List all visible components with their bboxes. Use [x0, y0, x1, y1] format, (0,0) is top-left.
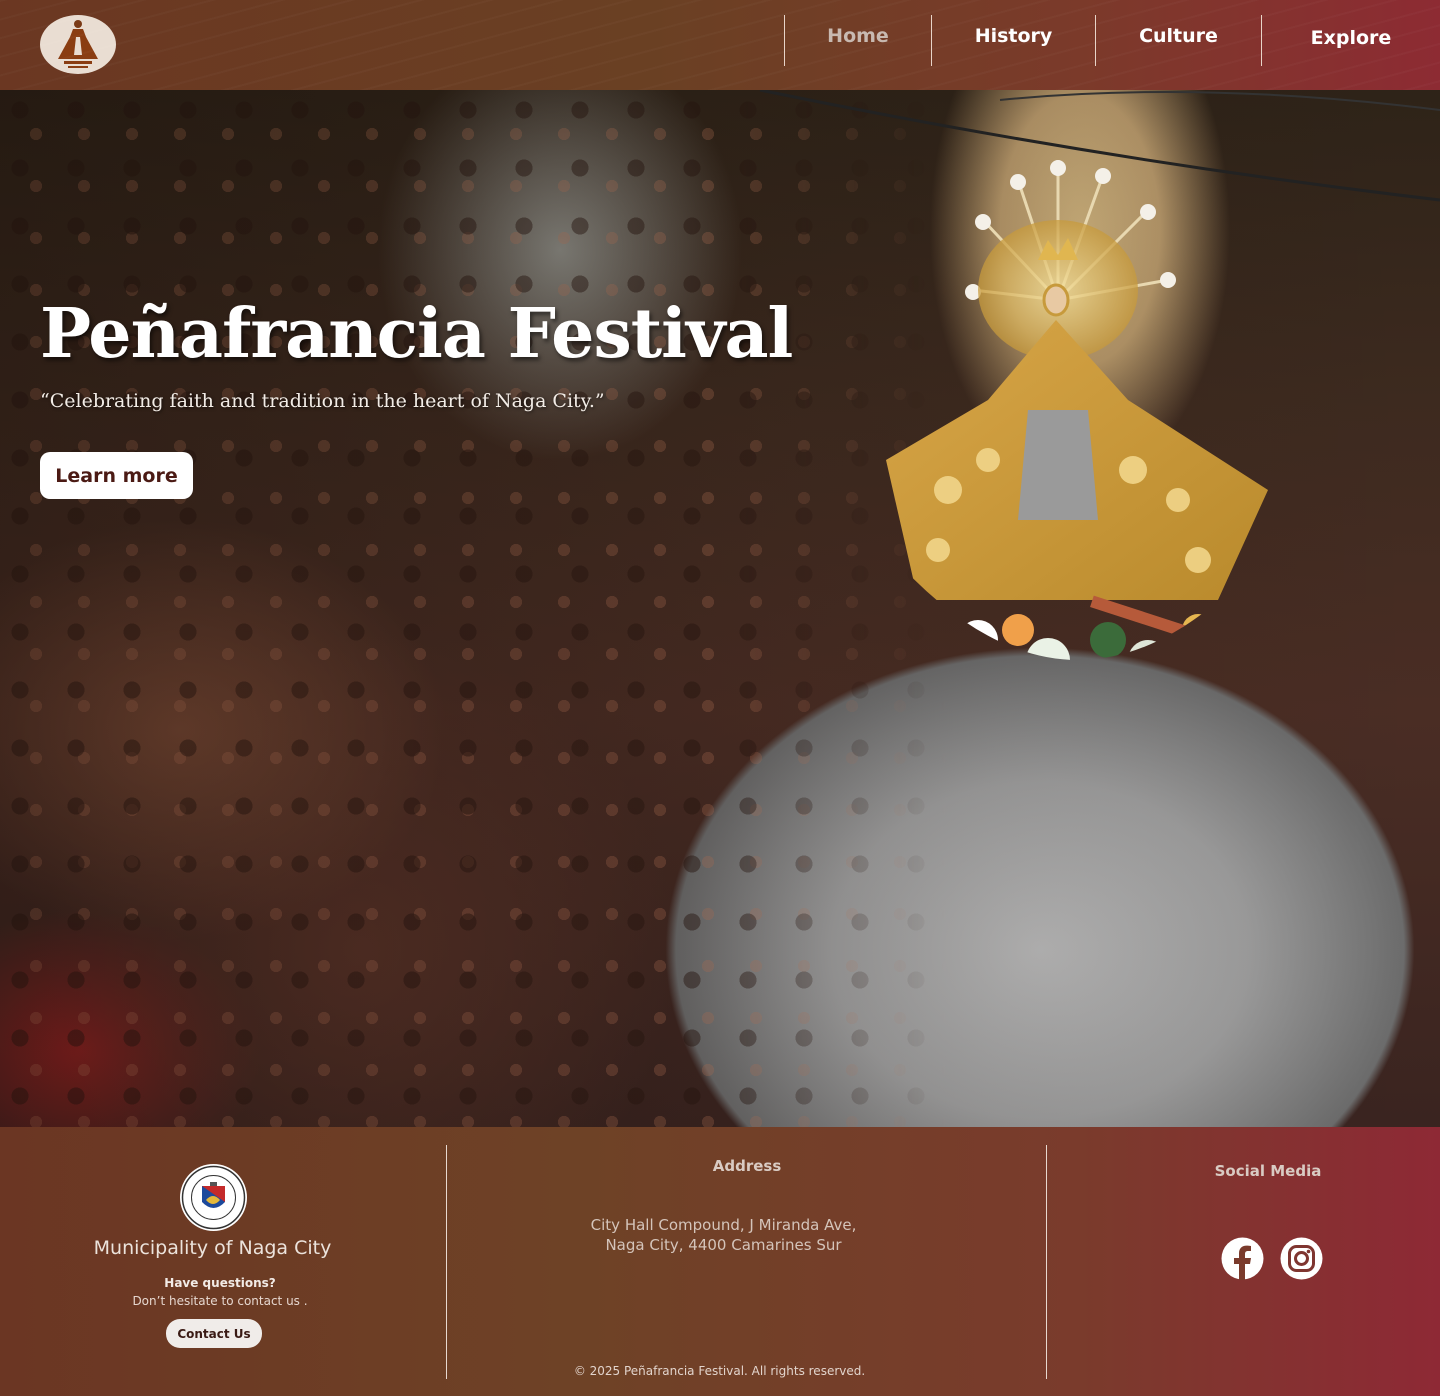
address-heading: Address [712, 1157, 782, 1175]
contact-us-button[interactable]: Contact Us [166, 1319, 262, 1348]
site-footer: Municipality of Naga City Have questions… [0, 1127, 1440, 1396]
festival-logo[interactable] [40, 15, 116, 74]
nav-history[interactable]: History [931, 15, 1095, 66]
hero-section: Peñafrancia Festival “Celebrating faith … [0, 90, 1440, 1127]
address-line-1: City Hall Compound, J Miranda Ave, [590, 1216, 857, 1234]
naga-city-seal [180, 1164, 247, 1231]
footer-divider [1046, 1145, 1047, 1379]
copyright-text: © 2025 Peñafrancia Festival. All rights … [573, 1364, 866, 1378]
facebook-icon[interactable] [1220, 1236, 1265, 1281]
nav-home[interactable]: Home [784, 15, 931, 66]
address-line-2: Naga City, 4400 Camarines Sur [605, 1236, 842, 1254]
main-nav: Home History Culture Explore [784, 15, 1440, 66]
municipality-name: Municipality of Naga City [93, 1237, 332, 1259]
learn-more-button[interactable]: Learn more [40, 452, 193, 499]
site-header: Home History Culture Explore [0, 0, 1440, 90]
questions-heading: Have questions? [164, 1276, 276, 1290]
footer-divider [446, 1145, 447, 1379]
social-media-heading: Social Media [1214, 1162, 1322, 1180]
virgin-statue-image [886, 160, 1268, 660]
instagram-icon[interactable] [1279, 1236, 1324, 1281]
nav-explore[interactable]: Explore [1261, 15, 1440, 66]
hero-title: Peñafrancia Festival [40, 294, 793, 374]
nav-culture[interactable]: Culture [1095, 15, 1261, 66]
contact-text: Don’t hesitate to contact us . [132, 1294, 308, 1308]
hero-subtitle: “Celebrating faith and tradition in the … [40, 390, 605, 412]
